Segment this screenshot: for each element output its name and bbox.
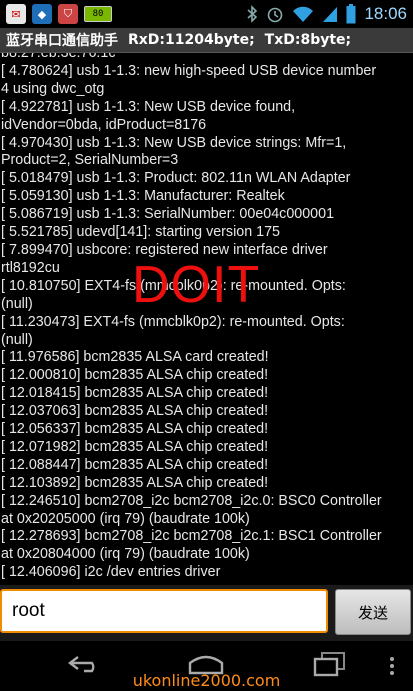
status-bar-notifications: ✉ ◆ ⛉ 80 [0,4,112,24]
status-bar-system: 18:06 [246,0,407,28]
status-time: 18:06 [364,4,407,23]
log-line: [ 5.086719] usb 1-1.3: SerialNumber: 00e… [1,206,335,223]
log-line: [ 5.521785] udevd[141]: starting version… [1,224,280,241]
log-line: [ 11.230473] EXT4-fs (mmcblk0p2): re-mou… [1,313,345,330]
battery-widget-icon: 80 [84,6,112,22]
battery-icon [346,4,356,24]
app-title-bar: 蓝牙串口通信助手 RxD:11204byte; TxD:8byte; [0,28,413,53]
wifi-icon [293,6,314,22]
log-line: [ 4.922781] usb 1-1.3: New USB device fo… [1,98,296,115]
log-line: [ 5.018479] usb 1-1.3: Product: 802.11n … [1,170,351,187]
command-bar: 发送 [0,585,413,641]
log-line: at 0x20804000 (irq 79) (baudrate 100k) [1,546,250,563]
log-line: [ 5.059130] usb 1-1.3: Manufacturer: Rea… [1,188,285,205]
command-input[interactable] [0,589,328,633]
alarm-icon [268,7,283,23]
log-line: [ 4.970430] usb 1-1.3: New USB device st… [1,134,347,151]
log-line: [ 12.018415] bcm2835 ALSA chip created! [1,385,269,402]
log-line: at 0x20205000 (irq 79) (baudrate 100k) [1,510,250,527]
app-icon: ◆ [32,4,52,24]
log-line: (null) [1,331,33,348]
site-watermark: ukonline2000.com [132,671,281,690]
app-title: 蓝牙串口通信助手 [6,33,118,49]
log-line: [ 11.976586] bcm2835 ALSA card created! [1,349,269,366]
serial-log-lines: b8:27:eb:3e:76:1c[ 4.780624] usb 1-1.3: … [0,53,413,582]
navigation-bar: ukonline2000.com [0,641,413,691]
doit-watermark: DOIT [132,256,261,314]
log-line: [ 12.406096] i2c /dev entries driver [1,564,221,581]
log-line: Product=2, SerialNumber=3 [1,152,179,169]
serial-log-view[interactable]: b8:27:eb:3e:76:1c[ 4.780624] usb 1-1.3: … [0,53,413,585]
log-line: [ 12.103892] bcm2835 ALSA chip created! [1,474,269,491]
send-button[interactable]: 发送 [335,589,411,635]
log-line: [ 12.246510] bcm2708_i2c bcm2708_i2c.0: … [1,492,382,509]
log-line: [ 12.056337] bcm2835 ALSA chip created! [1,421,269,438]
log-line: [ 4.780624] usb 1-1.3: new high-speed US… [1,62,377,79]
log-line: [ 12.000810] bcm2835 ALSA chip created! [1,367,269,384]
log-line: [ 12.071982] bcm2835 ALSA chip created! [1,438,269,455]
log-line: idVendor=0bda, idProduct=8176 [1,116,207,133]
log-line: 4 using dwc_otg [1,80,105,97]
log-line: [ 12.278693] bcm2708_i2c bcm2708_i2c.1: … [1,528,382,545]
status-bar: ✉ ◆ ⛉ 80 18:06 [0,0,413,28]
log-line: [ 12.037063] bcm2835 ALSA chip created! [1,403,269,420]
mail-icon: ✉ [6,4,26,24]
log-line: b8:27:eb:3e:76:1c [1,53,116,61]
bluetooth-icon [247,5,258,23]
rx-counter: RxD:11204byte; [128,32,255,48]
signal-icon [323,7,338,22]
tx-counter: TxD:8byte; [264,32,352,48]
log-line: [ 12.088447] bcm2835 ALSA chip created! [1,456,269,473]
shield-icon: ⛉ [58,4,78,24]
